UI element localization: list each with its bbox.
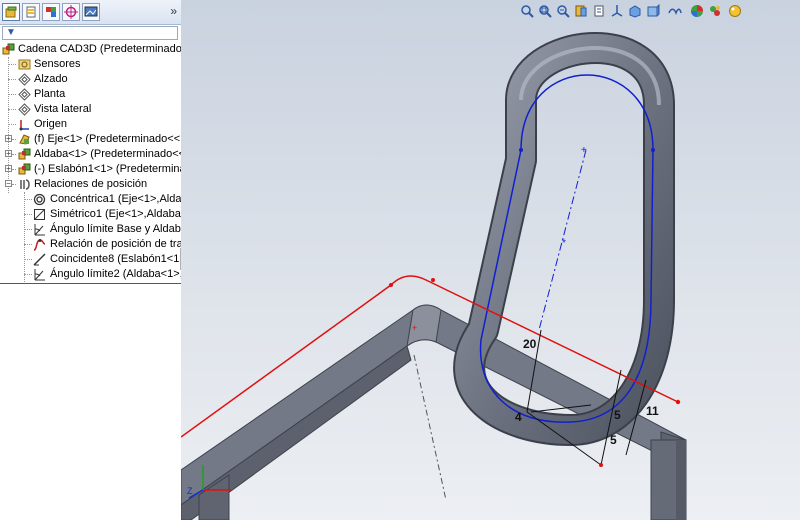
expand-toggle[interactable]: + bbox=[5, 150, 12, 158]
plane-icon bbox=[18, 88, 31, 101]
previous-view-icon[interactable] bbox=[556, 4, 570, 18]
angle-limit-icon bbox=[34, 269, 45, 281]
svg-text:Z: Z bbox=[187, 486, 193, 496]
graphics-viewport[interactable]: + * + Z 20 4 5 5 11 bbox=[181, 0, 800, 520]
part-icon bbox=[18, 163, 31, 175]
dimension-5b[interactable]: 5 bbox=[610, 433, 617, 447]
dimension-4[interactable]: 4 bbox=[515, 410, 522, 424]
concentric-icon bbox=[33, 193, 46, 206]
coincident-icon bbox=[33, 253, 46, 266]
svg-text:*: * bbox=[562, 238, 566, 249]
edit-appearance-icon[interactable] bbox=[668, 4, 682, 18]
property-manager-tab[interactable] bbox=[22, 3, 40, 21]
configuration-manager-tab[interactable] bbox=[42, 3, 60, 21]
collapse-toggle[interactable]: − bbox=[5, 180, 12, 188]
display-icon bbox=[84, 6, 98, 17]
expand-toggle[interactable]: + bbox=[5, 165, 12, 173]
feature-tree-icon bbox=[5, 6, 17, 18]
dimension-5a[interactable]: 5 bbox=[614, 408, 621, 422]
panel-tabs: » bbox=[0, 0, 181, 25]
display-manager-tab[interactable] bbox=[82, 3, 100, 21]
dimxpert-manager-tab[interactable] bbox=[62, 3, 80, 21]
plane-icon bbox=[18, 73, 31, 86]
view-settings-icon[interactable] bbox=[728, 4, 742, 18]
plane-icon bbox=[18, 103, 31, 116]
filter-icon: ▼ bbox=[6, 27, 16, 38]
path-mate-icon bbox=[33, 239, 46, 251]
crosshair-icon bbox=[64, 5, 78, 19]
part-icon bbox=[19, 134, 30, 145]
section-view-icon[interactable] bbox=[574, 4, 588, 18]
expand-toggle[interactable]: + bbox=[5, 135, 12, 143]
feature-manager-panel: » ▼ Cadena CAD3D (Predeterminado<< Senso… bbox=[0, 0, 182, 520]
mates-icon bbox=[20, 179, 30, 190]
feature-manager-tab[interactable] bbox=[2, 3, 20, 21]
zoom-area-icon[interactable] bbox=[538, 4, 552, 18]
view-orientation-icon[interactable] bbox=[610, 4, 624, 18]
realview-icon[interactable] bbox=[708, 4, 722, 18]
panel-divider bbox=[0, 283, 181, 284]
zoom-to-fit-icon[interactable] bbox=[520, 4, 534, 18]
origin-icon bbox=[19, 120, 29, 131]
assembly-icon bbox=[2, 43, 15, 55]
heads-up-view-toolbar bbox=[510, 2, 800, 22]
sensors-icon bbox=[18, 59, 31, 70]
display-style-icon[interactable] bbox=[628, 4, 642, 18]
property-icon bbox=[26, 6, 36, 18]
angle-limit-icon bbox=[34, 224, 45, 236]
svg-text:+: + bbox=[581, 145, 587, 156]
symmetric-icon bbox=[34, 209, 45, 220]
dimension-20[interactable]: 20 bbox=[523, 337, 536, 351]
scene-icon[interactable] bbox=[690, 4, 704, 18]
dimension-11[interactable]: 11 bbox=[646, 404, 659, 418]
expand-panel-button[interactable]: » bbox=[170, 4, 177, 18]
right-post[interactable] bbox=[650, 439, 687, 520]
feature-filter[interactable]: ▼ bbox=[2, 26, 178, 40]
hide-show-icon[interactable] bbox=[646, 4, 660, 18]
configuration-icon bbox=[46, 7, 56, 17]
svg-text:+: + bbox=[412, 323, 417, 333]
dynamic-annotation-icon[interactable] bbox=[592, 4, 606, 18]
part-icon bbox=[18, 148, 31, 160]
model-canvas[interactable]: + * + Z bbox=[181, 0, 800, 520]
